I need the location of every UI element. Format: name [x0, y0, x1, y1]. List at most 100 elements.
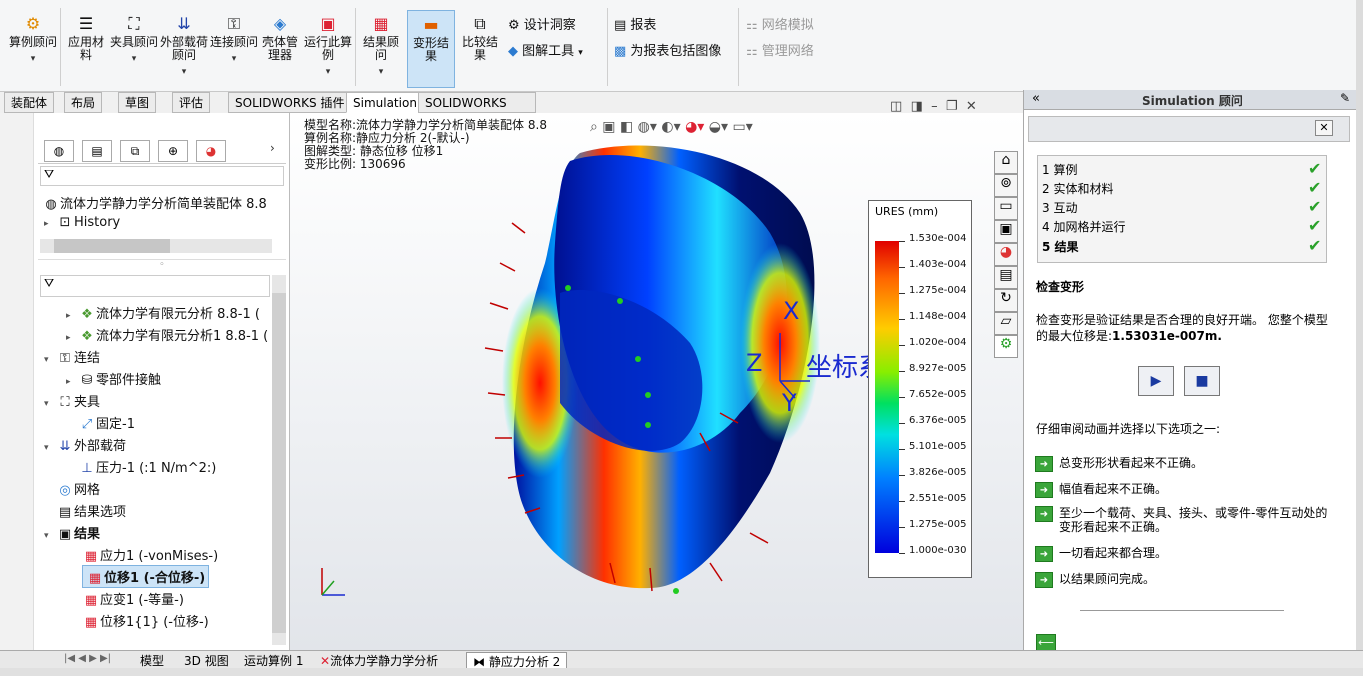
- manage-network-button[interactable]: ⚏ 管理网络: [746, 40, 814, 59]
- close-icon[interactable]: ✕: [1315, 120, 1333, 136]
- include-image-button[interactable]: ▩ 为报表包括图像: [614, 40, 721, 59]
- step-results[interactable]: 5 结果: [1042, 238, 1079, 255]
- simulation-advisor-icon[interactable]: ⚙: [994, 335, 1018, 358]
- apply-material-button[interactable]: ☰ 应用材料: [64, 14, 108, 62]
- tree-part-1[interactable]: ▸ ❖ 流体力学有限元分析 8.8-1 (: [66, 303, 260, 322]
- custom-props-icon[interactable]: ▤: [994, 266, 1018, 289]
- tree-fixtures[interactable]: ▾ ⛶ 夹具: [44, 391, 100, 410]
- command-tabs: 装配体 布局 草图 评估 SOLIDWORKS 插件 Simulation SO…: [0, 92, 536, 130]
- plot-icon: ▦: [84, 593, 98, 608]
- tree-pressure-1[interactable]: ⊥ 压力-1 (:1 N/m^2:): [78, 457, 216, 476]
- tile-icon[interactable]: ◨: [911, 99, 923, 114]
- legend-value: 2.551e-005: [909, 493, 967, 504]
- axis-z-label: Z: [746, 349, 763, 377]
- tree-mesh[interactable]: ◎ 网格: [56, 479, 100, 498]
- folder-icon[interactable]: ▭: [994, 197, 1018, 220]
- run-icon: ▣: [320, 14, 336, 33]
- design-insight-button[interactable]: ⚙ 设计洞察: [508, 14, 576, 33]
- tab-model[interactable]: 模型: [140, 652, 164, 669]
- tree-fixed-1[interactable]: ⤢ 固定-1: [78, 413, 135, 432]
- command-manager-ribbon: ⚙ 算例顾问 ▾ ☰ 应用材料 ⛶ 夹具顾问 ▾ ⇊ 外部载荷顾问 ▾ ⚿ 连接顾问 ▾ ◈ 壳体管…: [0, 0, 1363, 92]
- config-tab-icon[interactable]: ⧉: [120, 140, 150, 162]
- close-icon[interactable]: ✕: [966, 99, 977, 114]
- appearance-tab-icon[interactable]: ◕: [196, 140, 226, 162]
- external-loads-advisor-button[interactable]: ⇊ 外部载荷顾问 ▾: [160, 14, 208, 79]
- tree-displacement-1-1[interactable]: ▦ 位移1{1} (-位移-): [82, 611, 209, 630]
- tab-solidworks-addins[interactable]: SOLIDWORKS 插件: [228, 92, 352, 113]
- pin-icon[interactable]: ✎: [1340, 91, 1350, 105]
- tree-result-options[interactable]: ▤ 结果选项: [56, 501, 126, 520]
- deformed-result-button[interactable]: ▬ 变形结果: [407, 10, 455, 88]
- maximize-icon[interactable]: ❐: [946, 99, 958, 114]
- property-tab-icon[interactable]: ▤: [82, 140, 112, 162]
- tab-scroll-arrows[interactable]: |◀ ◀ ▶ ▶|: [64, 653, 111, 664]
- collapse-icon[interactable]: «: [1032, 91, 1040, 106]
- tree-history[interactable]: ▸ ⊡ History: [44, 215, 120, 230]
- check-icon: ✔: [1308, 216, 1322, 235]
- horizontal-scrollbar[interactable]: [40, 239, 272, 253]
- tab-layout[interactable]: 布局: [64, 92, 103, 113]
- tab-sketch[interactable]: 草图: [118, 92, 157, 113]
- shell-manager-button[interactable]: ◈ 壳体管理器: [258, 14, 302, 62]
- tab-3d-view[interactable]: 3D 视图: [184, 652, 229, 669]
- tree-component-contact[interactable]: ▸ ⛁ 零部件接触: [66, 369, 161, 388]
- option-all-reasonable[interactable]: ➜ 一切看起来都合理。: [1035, 544, 1167, 562]
- results-legend[interactable]: URES (mm) 1.530e-004 1.403e-004 1.275e-0…: [868, 200, 972, 578]
- tree-assembly-root[interactable]: ◍ 流体力学静力学分析简单装配体 8.8: [42, 193, 267, 212]
- tree-stress-1[interactable]: ▦ 应力1 (-vonMises-): [82, 545, 218, 564]
- tab-solidworks-mbd[interactable]: SOLIDWORKS MBD: [418, 92, 536, 130]
- tab-simulation[interactable]: Simulation: [346, 92, 424, 113]
- split-handle[interactable]: ◦: [38, 259, 286, 271]
- results-advisor-button[interactable]: ▦ 结果顾问 ▾: [358, 14, 404, 79]
- play-button[interactable]: ▶: [1138, 366, 1174, 396]
- plot-tools-button[interactable]: ◆ 图解工具 ▾: [508, 40, 583, 59]
- tree-part-2[interactable]: ▸ ❖ 流体力学有限元分析1 8.8-1 (: [66, 325, 268, 344]
- report-button[interactable]: ▤ 报表: [614, 14, 656, 33]
- tree-results[interactable]: ▾ ▣ 结果: [44, 523, 100, 542]
- vertical-scrollbar[interactable]: [272, 275, 286, 645]
- chevron-down-icon: ▾: [578, 48, 583, 58]
- tab-evaluate[interactable]: 评估: [172, 92, 211, 113]
- tree-strain-1[interactable]: ▦ 应变1 (-等量-): [82, 589, 184, 608]
- fixture-advisor-button[interactable]: ⛶ 夹具顾问 ▾: [110, 14, 158, 66]
- home-icon[interactable]: ⌂: [994, 151, 1018, 174]
- compare-results-button[interactable]: ⧉ 比较结果: [458, 14, 502, 62]
- connections-advisor-button[interactable]: ⚿ 连接顾问 ▾: [210, 14, 258, 66]
- run-study-button[interactable]: ▣ 运行此算例 ▾: [304, 14, 352, 79]
- tree-displacement-1[interactable]: ▦ 位移1 (-合位移-): [82, 565, 210, 588]
- option-local-incorrect[interactable]: ➜ 至少一个载荷、夹具、接头、或零件-零件互动处的变形看起来不正确。: [1035, 506, 1331, 534]
- restore-icon[interactable]: ◫: [890, 99, 902, 114]
- step-interactions[interactable]: 3 互动: [1042, 199, 1077, 216]
- tree-external-loads[interactable]: ▾ ⇊ 外部载荷: [44, 435, 126, 454]
- legend-value: 7.652e-005: [909, 389, 967, 400]
- tab-motion-study[interactable]: 运动算例 1: [244, 652, 303, 669]
- step-mesh-run[interactable]: 4 加网格并运行: [1042, 218, 1125, 235]
- filter-field-2[interactable]: ⛛: [40, 275, 270, 297]
- library-icon[interactable]: ⊚: [994, 174, 1018, 197]
- tab-assembly[interactable]: 装配体: [4, 92, 55, 113]
- dimxpert-tab-icon[interactable]: ⊕: [158, 140, 188, 162]
- chevron-right-icon[interactable]: ›: [270, 141, 275, 155]
- legend-color-bar: [875, 241, 899, 553]
- tab-fluid-study[interactable]: ✕流体力学静力学分析: [320, 652, 438, 669]
- tree-connections[interactable]: ▾ ⚿ 连结: [44, 347, 100, 366]
- filter-field[interactable]: ⛛: [40, 166, 284, 186]
- option-finish[interactable]: ➜ 以结果顾问完成。: [1035, 570, 1155, 588]
- network-simulation-button[interactable]: ⚏ 网络模拟: [746, 14, 814, 33]
- minimize-icon[interactable]: –: [931, 99, 938, 114]
- compare-icon: ⧉: [474, 14, 486, 33]
- legend-value: 1.275e-005: [909, 519, 967, 530]
- filter-icon: ⛛: [44, 167, 55, 181]
- step-study[interactable]: 1 算例: [1042, 161, 1077, 178]
- feature-tree-tab-icon[interactable]: ◍: [44, 140, 74, 162]
- fixture-icon: ⛶: [60, 395, 70, 410]
- view-palette-icon[interactable]: ▣: [994, 220, 1018, 243]
- appearance-pane-icon[interactable]: ◕: [994, 243, 1018, 266]
- stop-button[interactable]: ■: [1184, 366, 1220, 396]
- option-magnitude-incorrect[interactable]: ➜ 幅值看起来不正确。: [1035, 480, 1167, 498]
- option-shape-incorrect[interactable]: ➜ 总变形形状看起来不正确。: [1035, 454, 1203, 472]
- step-bodies-materials[interactable]: 2 实体和材料: [1042, 180, 1113, 197]
- recovery-icon[interactable]: ↻: [994, 289, 1018, 312]
- study-advisor-button[interactable]: ⚙ 算例顾问 ▾: [8, 14, 58, 66]
- forum-icon[interactable]: ▱: [994, 312, 1018, 335]
